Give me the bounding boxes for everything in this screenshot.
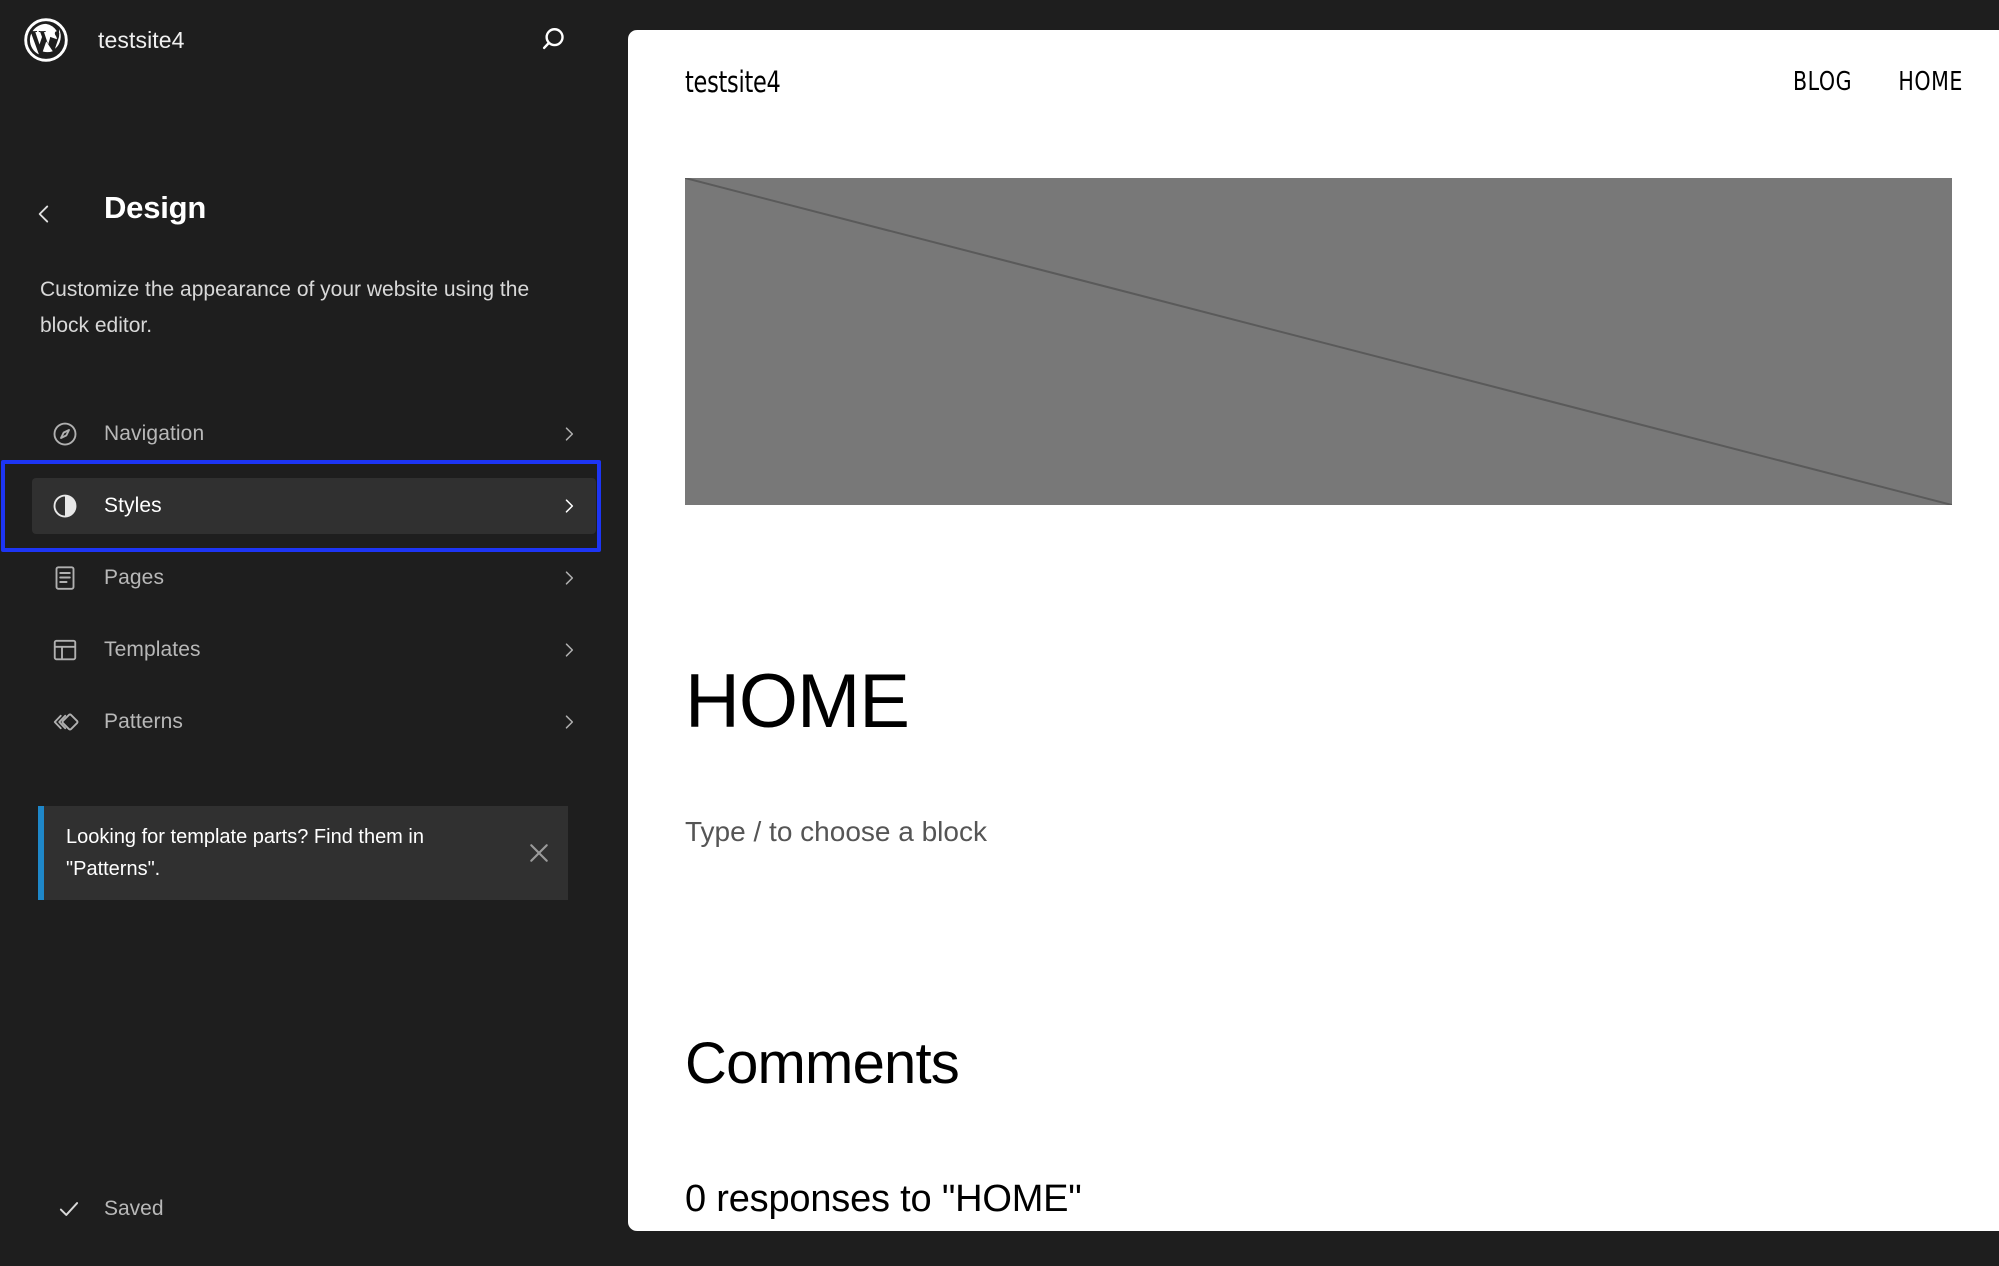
notice-text: Looking for template parts? Find them in… xyxy=(66,826,424,880)
close-icon[interactable] xyxy=(510,806,568,900)
preview-navigation: BLOG HOME xyxy=(1789,30,1967,134)
sidebar-item-patterns[interactable]: Patterns xyxy=(32,694,596,750)
site-preview-canvas[interactable]: testsite4 BLOG HOME HOME Type / to choos… xyxy=(628,30,1999,1231)
sidebar-item-templates[interactable]: Templates xyxy=(32,622,596,678)
save-status[interactable]: Saved xyxy=(56,1196,164,1222)
chevron-right-icon xyxy=(558,423,580,445)
preview-header: testsite4 BLOG HOME xyxy=(628,30,1999,134)
sidebar-item-styles[interactable]: Styles xyxy=(32,478,596,534)
image-placeholder[interactable] xyxy=(685,178,1952,505)
chevron-right-icon xyxy=(558,711,580,733)
chevron-right-icon xyxy=(558,567,580,589)
chevron-right-icon xyxy=(558,639,580,661)
sidebar-item-label: Patterns xyxy=(104,710,184,733)
contrast-icon xyxy=(48,489,82,523)
sidebar-item-navigation[interactable]: Navigation xyxy=(32,406,596,462)
nav-link-home[interactable]: HOME xyxy=(1898,67,1963,97)
page-title: Design xyxy=(104,190,207,225)
sidebar-description: Customize the appearance of your website… xyxy=(40,278,530,337)
block-placeholder-text[interactable]: Type / to choose a block xyxy=(685,816,987,848)
sidebar-item-label: Pages xyxy=(104,566,165,589)
save-status-label: Saved xyxy=(104,1197,164,1220)
page-icon xyxy=(48,561,82,595)
sidebar-menu: Navigation Styles Pages Templates Patter… xyxy=(0,406,628,750)
chevron-right-icon xyxy=(558,495,580,517)
preview-page-heading[interactable]: HOME xyxy=(685,660,910,744)
sidebar-item-label: Styles xyxy=(104,494,162,517)
editor-sidebar: testsite4 Design Customize the appearanc… xyxy=(0,0,628,1266)
search-icon[interactable] xyxy=(530,14,582,66)
preview-site-title[interactable]: testsite4 xyxy=(685,30,781,134)
layout-icon xyxy=(48,633,82,667)
check-icon xyxy=(56,1196,82,1222)
site-editor-window: testsite4 Design Customize the appearanc… xyxy=(0,0,1999,1266)
comments-response-count[interactable]: 0 responses to "HOME" xyxy=(685,1178,1082,1221)
chevron-left-icon[interactable] xyxy=(22,192,66,236)
compass-icon xyxy=(48,417,82,451)
sidebar-item-label: Templates xyxy=(104,638,201,661)
sidebar-item-pages[interactable]: Pages xyxy=(32,550,596,606)
comments-heading[interactable]: Comments xyxy=(685,1030,960,1097)
template-parts-notice: Looking for template parts? Find them in… xyxy=(38,806,568,900)
sidebar-site-title: testsite4 xyxy=(98,26,185,53)
sidebar-item-label: Navigation xyxy=(104,422,205,445)
sidebar-topbar: testsite4 xyxy=(0,0,628,80)
wordpress-logo-icon[interactable] xyxy=(20,14,72,66)
nav-link-blog[interactable]: BLOG xyxy=(1793,67,1852,97)
patterns-icon xyxy=(48,705,82,739)
